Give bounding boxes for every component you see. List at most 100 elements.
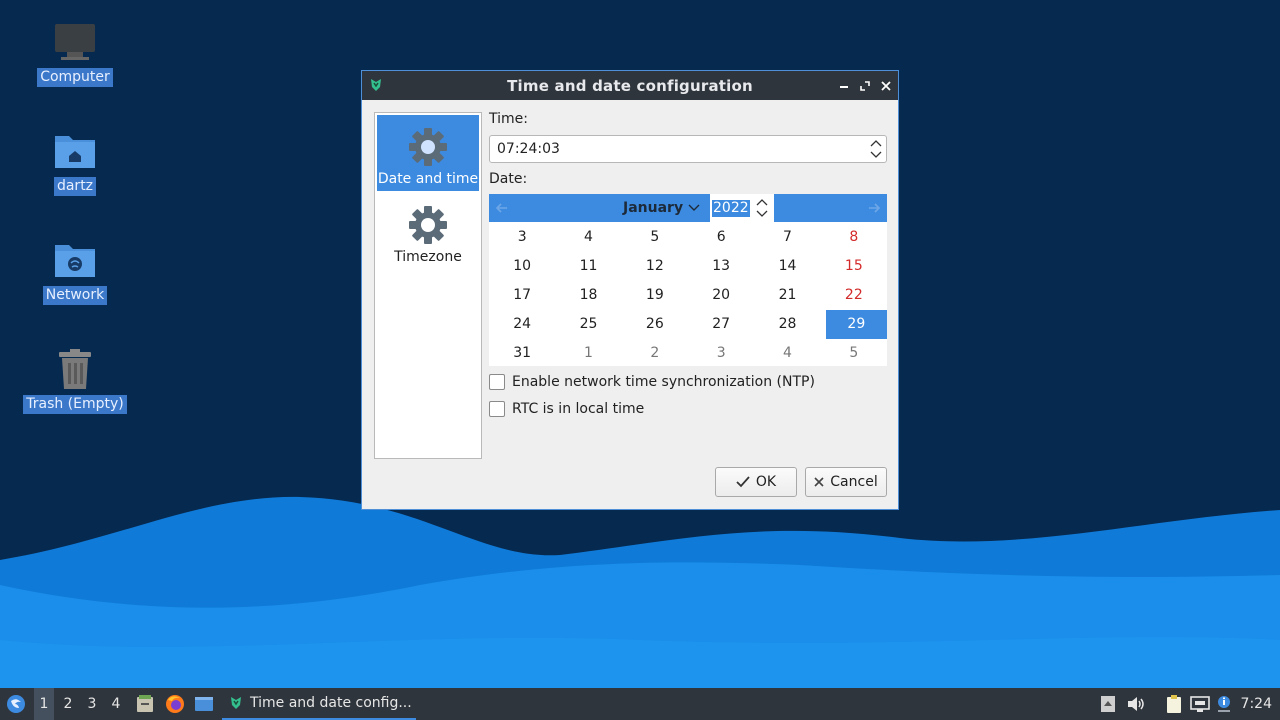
desktop-icon-trash[interactable]: Trash (Empty) xyxy=(20,345,130,414)
calendar-day[interactable]: 13 xyxy=(688,252,754,281)
workspace-4[interactable]: 4 xyxy=(106,688,126,720)
desktop-icon-home[interactable]: dartz xyxy=(20,127,130,196)
taskbar-window-title: Time and date config... xyxy=(250,695,412,711)
desktop-icon-label: Network xyxy=(42,286,108,305)
desktop-icon-network[interactable]: Network xyxy=(20,236,130,305)
year-spinbox[interactable]: 2022 xyxy=(710,194,774,222)
calendar-day[interactable]: 18 xyxy=(555,281,621,310)
calendar-day-next-month[interactable]: 1 xyxy=(555,339,621,368)
volume-button[interactable] xyxy=(1124,688,1148,720)
rtc-checkbox[interactable] xyxy=(489,401,505,417)
calendar-day[interactable]: 22 xyxy=(821,281,887,310)
firefox-icon xyxy=(166,695,184,713)
maximize-icon xyxy=(859,80,870,91)
chevron-up-icon[interactable] xyxy=(870,138,882,148)
calendar-day[interactable]: 10 xyxy=(489,252,555,281)
cancel-button[interactable]: Cancel xyxy=(805,467,887,497)
clipboard-button[interactable] xyxy=(1162,688,1186,720)
network-status-button[interactable] xyxy=(1188,688,1212,720)
month-selector[interactable]: January xyxy=(623,194,683,222)
time-date-dialog: Time and date configuration Date and tim… xyxy=(361,70,899,510)
app-icon xyxy=(231,697,241,709)
chevron-down-icon[interactable] xyxy=(870,150,882,160)
home-folder-icon xyxy=(51,127,99,175)
calendar-day[interactable]: 8 xyxy=(821,223,887,252)
dialog-title: Time and date configuration xyxy=(507,76,753,95)
calendar-day[interactable]: 4 xyxy=(555,223,621,252)
calendar-day[interactable]: 25 xyxy=(555,310,621,339)
calendar-day[interactable]: 5 xyxy=(622,223,688,252)
window-controls xyxy=(837,71,892,100)
trash-icon xyxy=(51,345,99,393)
rtc-checkbox-row[interactable]: RTC is in local time xyxy=(489,401,644,417)
app-icon xyxy=(368,77,384,93)
gear-icon xyxy=(409,206,447,244)
firefox-launcher[interactable] xyxy=(163,688,187,720)
sidebar-item-timezone[interactable]: Timezone xyxy=(377,193,479,269)
time-spin-buttons xyxy=(870,138,882,160)
calendar-day[interactable]: 6 xyxy=(688,223,754,252)
desktop: Computer dartz Network Trash (Empty) Tim… xyxy=(0,0,1280,688)
tray-arrow-button[interactable] xyxy=(1098,688,1118,720)
desktop-icon-label: Trash (Empty) xyxy=(23,395,127,414)
calendar-day[interactable]: 12 xyxy=(622,252,688,281)
calendar-day[interactable]: 24 xyxy=(489,310,555,339)
calendar-day[interactable]: 21 xyxy=(754,281,820,310)
calendar-day-next-month[interactable]: 5 xyxy=(821,339,887,368)
calendar-day[interactable]: 17 xyxy=(489,281,555,310)
calendar-day[interactable]: 11 xyxy=(555,252,621,281)
calendar-day[interactable]: 27 xyxy=(688,310,754,339)
close-button[interactable] xyxy=(879,79,892,92)
calendar-day[interactable]: 26 xyxy=(622,310,688,339)
notification-button[interactable] xyxy=(1214,688,1234,720)
ntp-checkbox-row[interactable]: Enable network time synchronization (NTP… xyxy=(489,374,815,390)
info-icon xyxy=(1218,696,1230,712)
maximize-button[interactable] xyxy=(858,79,871,92)
sidebar-item-label: Date and time xyxy=(377,171,479,187)
chevron-down-icon[interactable] xyxy=(688,203,700,213)
ntp-checkbox[interactable] xyxy=(489,374,505,390)
network-folder-icon xyxy=(51,236,99,284)
calendar-day-next-month[interactable]: 4 xyxy=(754,339,820,368)
calendar-day[interactable]: 31 xyxy=(489,339,555,368)
clock[interactable]: 7:24 xyxy=(1241,688,1272,720)
sidebar-item-label: Timezone xyxy=(394,249,462,265)
rtc-checkbox-label: RTC is in local time xyxy=(512,401,645,417)
calendar-day[interactable]: 7 xyxy=(754,223,820,252)
desktop-icon-computer[interactable]: Computer xyxy=(20,18,130,87)
clipboard-icon xyxy=(1167,695,1181,713)
taskbar-window-button[interactable]: Time and date config... xyxy=(222,688,416,720)
date-label: Date: xyxy=(489,171,528,187)
calendar-navigation: January 2022 xyxy=(489,194,887,222)
previous-month-arrow-icon[interactable] xyxy=(495,201,509,215)
calendar-day[interactable]: 14 xyxy=(754,252,820,281)
calendar-day[interactable]: 20 xyxy=(688,281,754,310)
workspace-3[interactable]: 3 xyxy=(82,688,102,720)
start-menu-button[interactable] xyxy=(4,688,28,720)
next-month-arrow-icon[interactable] xyxy=(867,201,881,215)
computer-icon xyxy=(51,18,99,66)
chevron-up-icon[interactable] xyxy=(756,197,768,207)
dialog-titlebar[interactable]: Time and date configuration xyxy=(362,71,898,100)
calendar-day-selected[interactable]: 29 xyxy=(825,310,887,339)
cross-icon xyxy=(814,477,824,487)
desktop-icon xyxy=(195,697,213,711)
calendar-day[interactable]: 19 xyxy=(622,281,688,310)
calendar-days: 3 4 5 6 7 8 10 11 12 13 14 15 17 18 19 2… xyxy=(489,223,887,368)
minimize-button[interactable] xyxy=(837,79,850,92)
minimize-icon xyxy=(839,85,848,88)
time-spinbox[interactable]: 07:24:03 xyxy=(489,135,887,163)
calendar-day-next-month[interactable]: 3 xyxy=(688,339,754,368)
show-desktop-button[interactable] xyxy=(192,688,216,720)
tray-expand-icon xyxy=(1101,696,1115,712)
workspace-1[interactable]: 1 xyxy=(34,688,54,720)
calendar-day[interactable]: 3 xyxy=(489,223,555,252)
calendar-day[interactable]: 28 xyxy=(754,310,820,339)
sidebar-item-date-and-time[interactable]: Date and time xyxy=(377,115,479,191)
workspace-2[interactable]: 2 xyxy=(58,688,78,720)
ok-button[interactable]: OK xyxy=(715,467,797,497)
file-manager-launcher[interactable] xyxy=(133,688,157,720)
calendar-day[interactable]: 15 xyxy=(821,252,887,281)
calendar-day-next-month[interactable]: 2 xyxy=(622,339,688,368)
chevron-down-icon[interactable] xyxy=(756,209,768,219)
